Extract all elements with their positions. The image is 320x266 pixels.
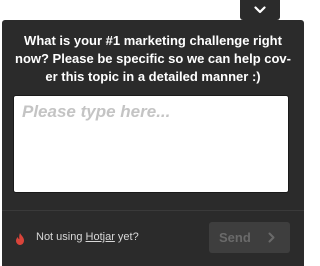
- widget-footer: Not using Hotjar yet? Send: [2, 211, 304, 266]
- chevron-down-icon: [254, 6, 266, 14]
- chevron-right-icon: [268, 232, 275, 243]
- feedback-poll-widget: What is your #1 marketing challenge righ…: [2, 20, 304, 266]
- send-button[interactable]: Send: [209, 222, 290, 253]
- answer-textarea[interactable]: [13, 95, 289, 193]
- send-button-label: Send: [219, 230, 251, 245]
- hotjar-link[interactable]: Hotjar: [86, 231, 115, 243]
- collapse-toggle-button[interactable]: [240, 0, 280, 20]
- survey-question: What is your #1 marketing challenge righ…: [15, 33, 291, 84]
- promo-suffix: yet?: [114, 231, 139, 243]
- hotjar-flame-icon: [16, 233, 24, 245]
- promo-prefix: Not using: [36, 231, 86, 243]
- hotjar-promo-text: Not using Hotjar yet?: [36, 231, 139, 243]
